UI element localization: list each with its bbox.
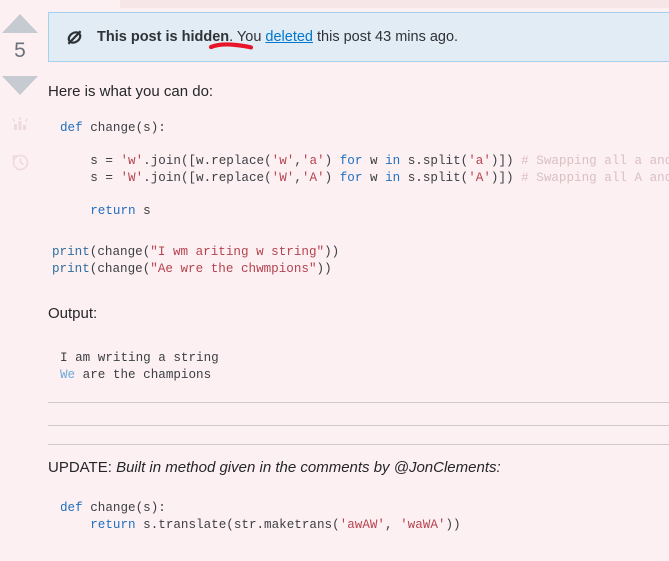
vote-sidebar: 5 (0, 0, 40, 561)
code-token: , (294, 154, 302, 168)
vote-count: 5 (14, 39, 26, 62)
downvote-arrow-icon[interactable] (2, 76, 38, 95)
divider-1 (48, 402, 669, 403)
code-token: 'a' (468, 154, 491, 168)
code-token: I am writing a string (60, 351, 219, 365)
code-token: # Swapping all a and w (521, 154, 669, 168)
code-token: for (339, 154, 370, 168)
code-token: We (60, 367, 76, 382)
top-cut-strip (120, 0, 669, 8)
code-token: 'A' (301, 170, 325, 185)
code-token: )]) (490, 154, 522, 168)
code-token: s = (90, 170, 121, 185)
bar-chart-icon[interactable] (9, 112, 31, 134)
code-token: , (385, 517, 401, 532)
code-token: in (385, 154, 408, 168)
update-prefix: UPDATE: (48, 459, 117, 476)
code-token: for (339, 170, 370, 185)
output-label: Output: (48, 305, 98, 322)
code-block-1: def change(s): s = 'w'.join([w.replace('… (60, 120, 669, 219)
divider-3 (48, 444, 669, 445)
code-block-3: def change(s): return s.translate(str.ma… (60, 500, 461, 533)
code-token: 'waWA' (400, 517, 446, 532)
notice-text-before-link: . You (229, 29, 266, 45)
code-token: s.split( (407, 154, 469, 168)
code-token: (change( (89, 261, 151, 276)
update-paragraph: UPDATE: Built in method given in the com… (48, 458, 501, 477)
code-token: def (60, 501, 91, 515)
code-token: 'awAW' (339, 517, 385, 532)
divider-2 (48, 425, 669, 426)
code-token: 'w' (120, 154, 144, 168)
code-token: 'W' (271, 170, 295, 185)
code-token: ) (324, 170, 340, 185)
code-token: 'w' (271, 154, 295, 168)
code-token: .join([w.replace( (143, 154, 272, 168)
code-token: print (52, 245, 90, 259)
hidden-post-message: This post is hidden. You deleted this po… (97, 28, 458, 46)
update-italic-text: Built in method given in the comments by… (116, 459, 501, 476)
code-token: )) (316, 261, 332, 276)
history-clock-icon[interactable] (9, 151, 31, 173)
hidden-eye-slash-icon (65, 28, 84, 47)
code-block-2: print(change("I wm ariting w string")) p… (52, 244, 339, 277)
code-token: change(s): (90, 501, 166, 515)
code-token: return (90, 203, 144, 218)
deleted-link[interactable]: deleted (265, 29, 313, 45)
hidden-post-notice: This post is hidden. You deleted this po… (48, 12, 669, 62)
code-token: )]) (490, 170, 522, 185)
code-token: 'A' (468, 170, 491, 185)
code-token: w (369, 170, 386, 185)
code-token: .join([w.replace( (143, 170, 272, 185)
output-block: I am writing a string We are the champio… (60, 350, 219, 383)
upvote-arrow-icon[interactable] (2, 14, 38, 33)
code-token: "Ae wre the chwmpions" (150, 261, 317, 276)
code-token: ) (324, 154, 340, 168)
code-token: return (90, 517, 144, 532)
code-token: , (294, 170, 302, 185)
code-token: print (52, 261, 90, 276)
code-token: (change( (89, 245, 151, 259)
code-token: )) (445, 517, 461, 532)
code-token: s.split( (407, 170, 469, 185)
code-token: # Swapping all A and W (521, 170, 669, 185)
code-token: s = (90, 154, 121, 168)
notice-text-after-link: this post 43 mins ago. (313, 29, 459, 45)
code-token: def (60, 121, 91, 135)
code-token: )) (324, 245, 340, 259)
code-token: s.translate(str.maketrans( (143, 517, 340, 532)
code-token: change(s): (90, 121, 166, 135)
code-token: 'W' (120, 170, 144, 185)
code-token: w (369, 154, 386, 168)
intro-paragraph: Here is what you can do: (48, 83, 214, 100)
code-token: "I wm ariting w string" (150, 245, 325, 259)
code-token: in (385, 170, 408, 185)
code-token: 'a' (301, 154, 325, 168)
code-token: s (143, 203, 151, 218)
code-token: are the champions (75, 367, 212, 382)
notice-bold-text: This post is hidden (97, 29, 230, 45)
